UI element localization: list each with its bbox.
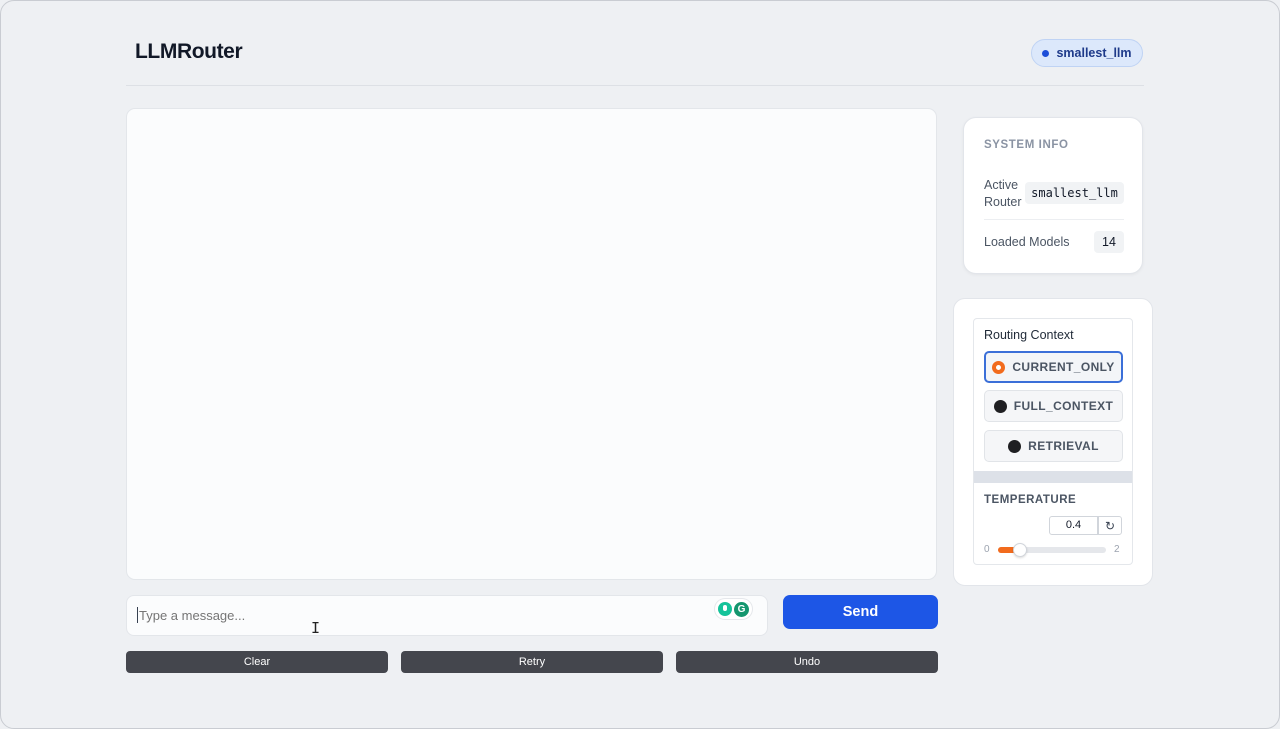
lightbulb-icon [718, 602, 732, 616]
temperature-max: 2 [1114, 544, 1120, 555]
temperature-slider[interactable] [998, 543, 1106, 557]
refresh-icon[interactable]: ↻ [1098, 516, 1122, 535]
radio-retrieval[interactable]: RETRIEVAL [984, 430, 1123, 462]
retry-button[interactable]: Retry [401, 651, 663, 673]
section-divider [974, 471, 1132, 483]
radio-unselected-icon [993, 399, 1007, 413]
temperature-min: 0 [984, 544, 990, 555]
active-router-badge: smallest_llm [1031, 39, 1143, 67]
active-router-value: smallest_llm [1025, 182, 1124, 204]
text-cursor-icon: I [311, 619, 321, 637]
radio-label: FULL_CONTEXT [1013, 399, 1114, 413]
system-info-divider [984, 219, 1124, 220]
send-button[interactable]: Send [783, 595, 938, 629]
radio-unselected-icon [1008, 439, 1022, 453]
slider-thumb[interactable] [1012, 543, 1027, 557]
radio-full-context[interactable]: FULL_CONTEXT [984, 390, 1123, 422]
temperature-label: TEMPERATURE [984, 494, 1077, 506]
routing-context-label: Routing Context [984, 328, 1074, 342]
system-info-card: SYSTEM INFO Active Router smallest_llm L… [963, 117, 1143, 274]
system-info-title: SYSTEM INFO [984, 139, 1069, 151]
clear-button[interactable]: Clear [126, 651, 388, 673]
header-divider [126, 85, 1144, 86]
loaded-models-value: 14 [1094, 231, 1124, 253]
grammarly-icon[interactable]: G [715, 599, 752, 619]
radio-current-only[interactable]: CURRENT_ONLY [984, 351, 1123, 383]
grammarly-logo-icon: G [734, 601, 749, 617]
input-caret [137, 607, 138, 623]
status-dot-icon [1042, 49, 1050, 57]
radio-label: CURRENT_ONLY [1012, 360, 1115, 374]
chat-history[interactable] [126, 108, 937, 580]
app-title: LLMRouter [135, 40, 243, 63]
loaded-models-label: Loaded Models [984, 235, 1070, 249]
undo-button[interactable]: Undo [676, 651, 938, 673]
temperature-input[interactable]: 0.4 [1049, 516, 1098, 535]
message-input[interactable] [126, 595, 768, 636]
router-badge-label: smallest_llm [1056, 46, 1132, 60]
radio-selected-icon [992, 360, 1006, 374]
radio-label: RETRIEVAL [1028, 439, 1099, 453]
